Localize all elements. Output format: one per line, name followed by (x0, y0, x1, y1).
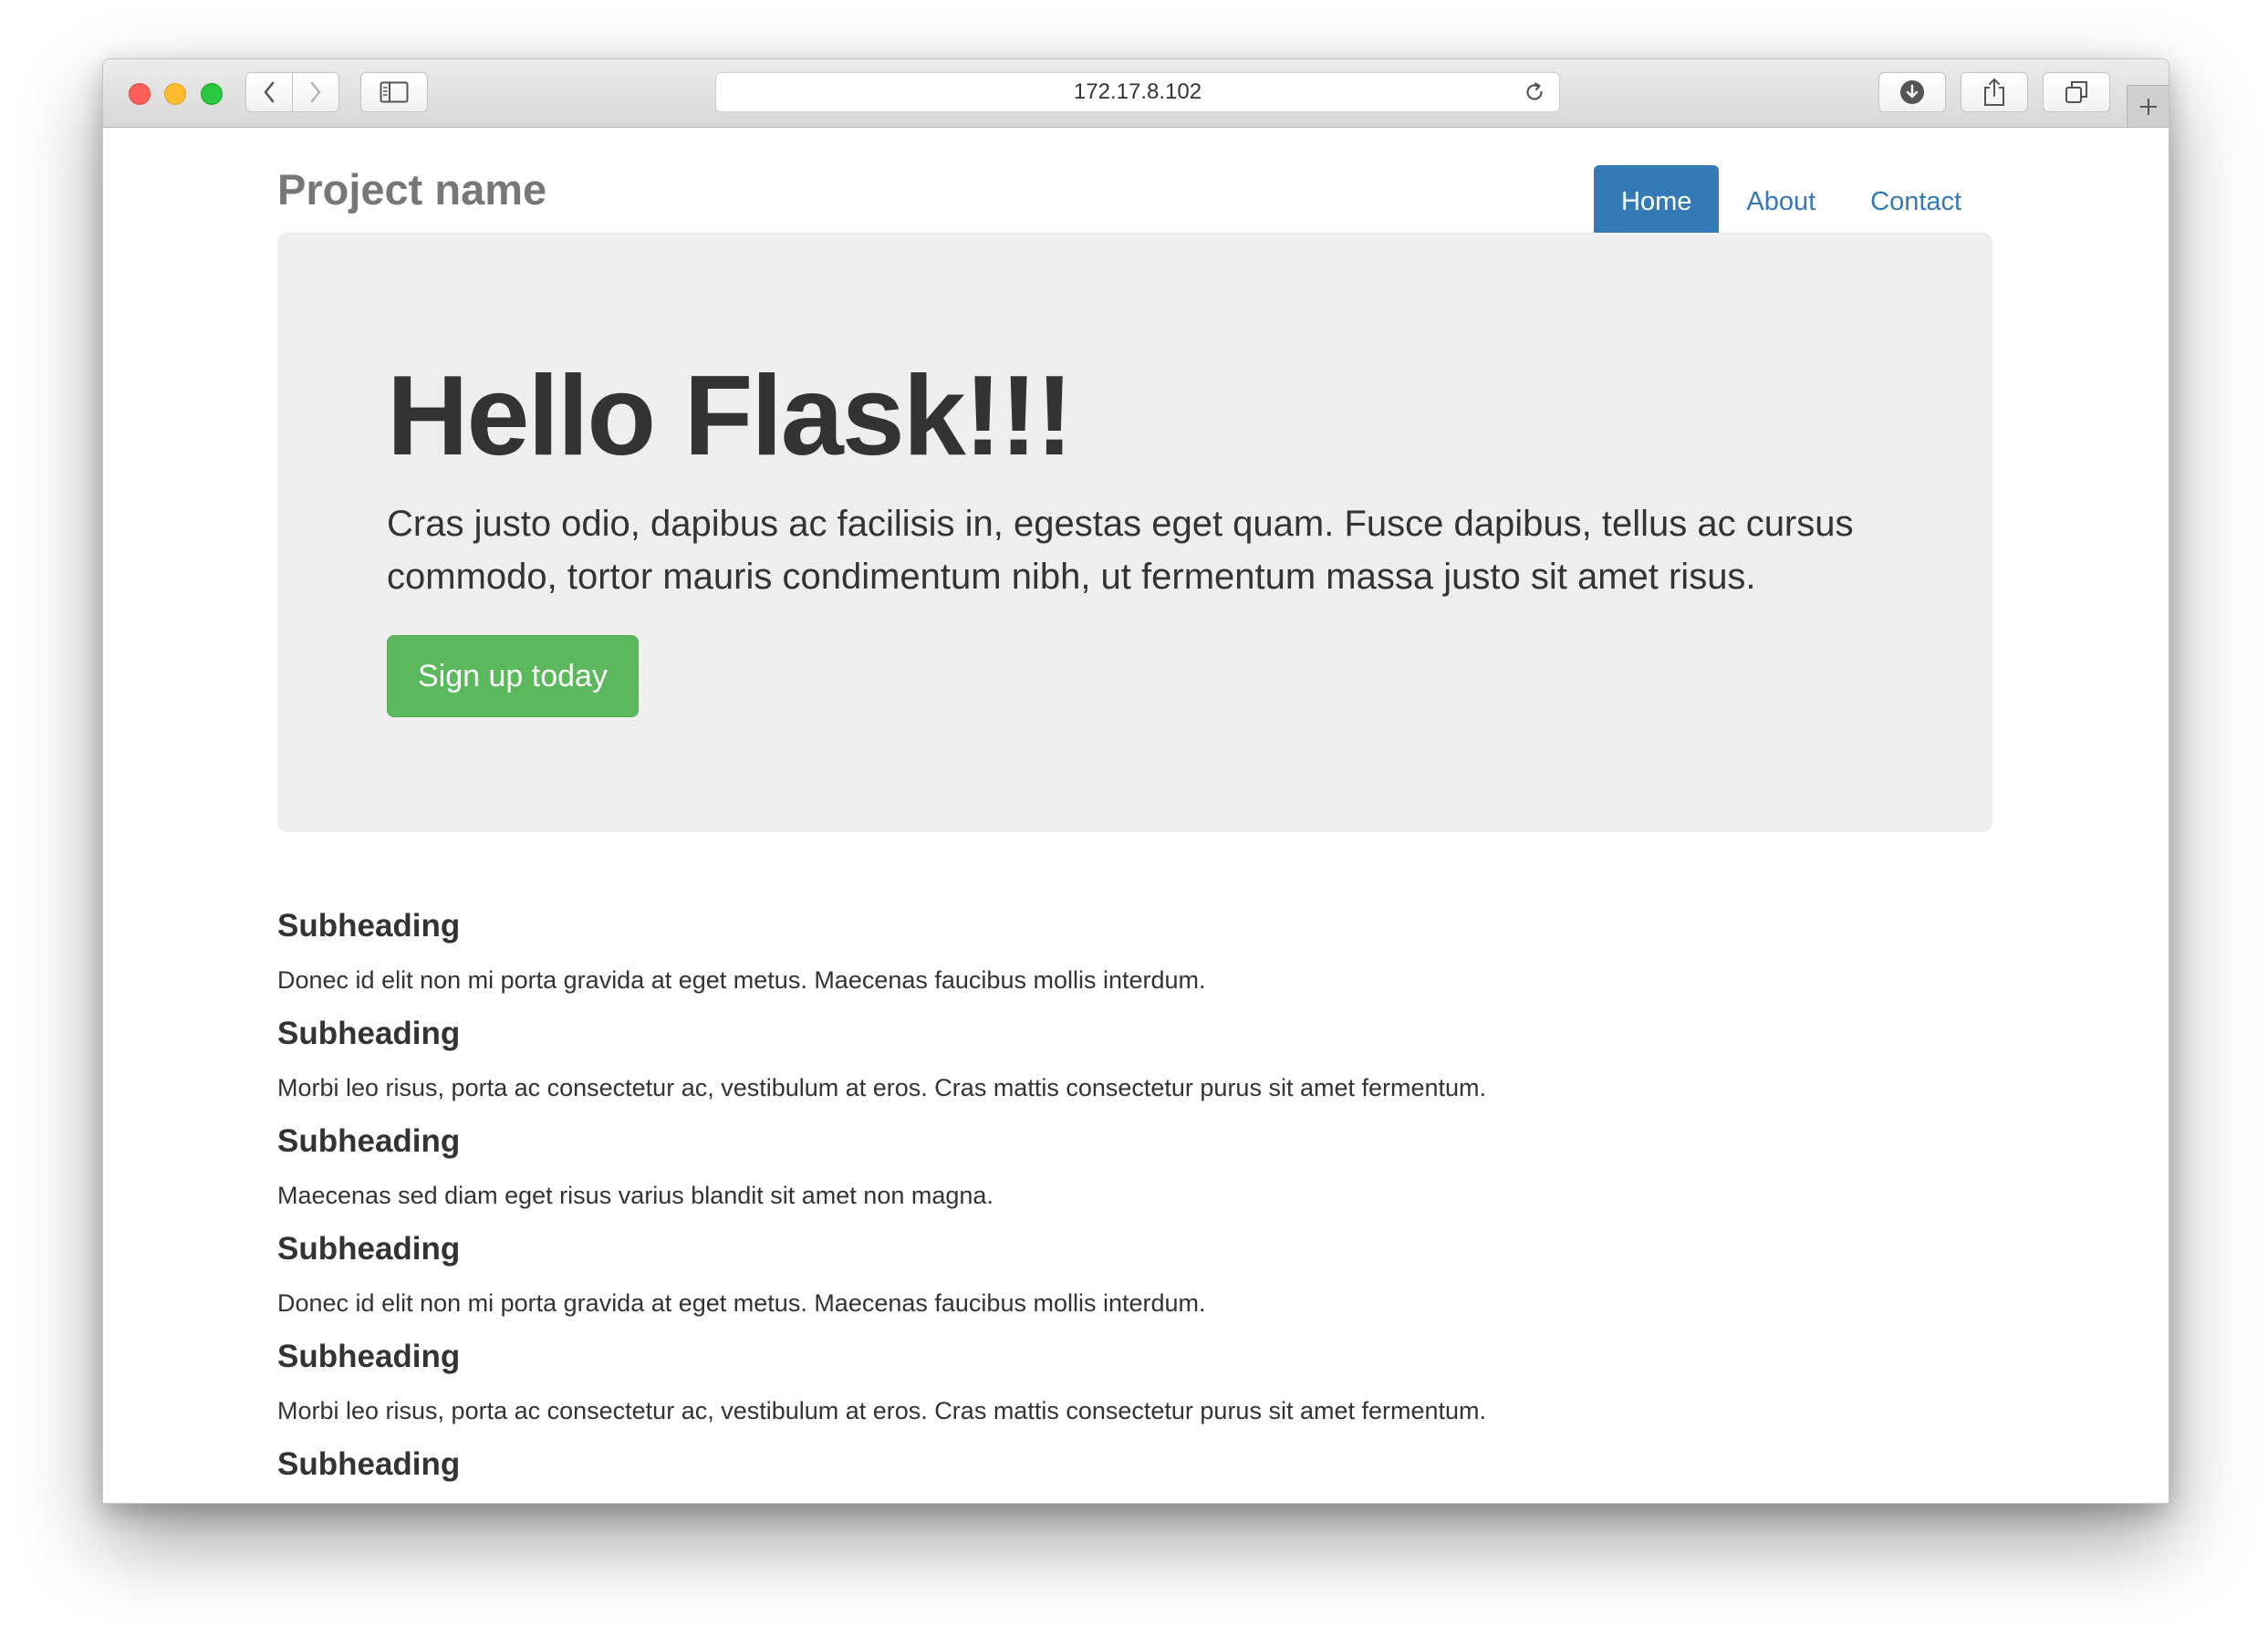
close-window-button[interactable] (129, 83, 151, 105)
subheading: Subheading (277, 1339, 461, 1374)
download-icon (1900, 80, 1924, 104)
forward-button[interactable] (292, 72, 339, 112)
marketing-text: Morbi leo risus, porta ac consectetur ac… (277, 1074, 1487, 1101)
marketing-section: Subheading Donec id elit non mi porta gr… (277, 899, 1992, 1492)
share-button[interactable] (1961, 72, 2028, 112)
browser-toolbar: 172.17.8.102 (103, 59, 2169, 128)
marketing-text: Donec id elit non mi porta gravida at eg… (277, 1289, 1206, 1317)
subheading: Subheading (277, 1016, 461, 1051)
hero-title: Hello Flask!!! (387, 353, 1074, 479)
downloads-button[interactable] (1878, 72, 1946, 112)
address-bar[interactable]: 172.17.8.102 (715, 72, 1560, 112)
subheading: Subheading (277, 908, 461, 944)
browser-window: 172.17.8.102 Project name Home About Con… (102, 58, 2169, 1504)
reload-button[interactable] (1523, 80, 1546, 110)
sidebar-button[interactable] (360, 72, 428, 112)
back-button[interactable] (245, 72, 293, 112)
subheading: Subheading (277, 1231, 461, 1267)
reload-icon (1526, 82, 1543, 100)
tab-overview-button[interactable] (2043, 72, 2110, 112)
marketing-item: Subheading Donec id elit non mi porta gr… (277, 899, 1992, 1007)
nav-about[interactable]: About (1719, 165, 1843, 238)
marketing-item: Subheading Morbi leo risus, porta ac con… (277, 1330, 1992, 1437)
nav-contact[interactable]: Contact (1843, 165, 1989, 238)
hero-lead: Cras justo odio, dapibus ac facilisis in… (387, 504, 1854, 597)
marketing-text: Donec id elit non mi porta gravida at eg… (277, 966, 1206, 994)
nav-home[interactable]: Home (1594, 165, 1720, 238)
plus-icon (2139, 98, 2157, 115)
main-nav: Home About Contact (1594, 165, 1989, 238)
new-tab-button[interactable] (2127, 85, 2169, 127)
jumbotron: Hello Flask!!! Cras justo odio, dapibus … (277, 233, 1992, 832)
marketing-text: Maecenas sed diam eget risus varius blan… (277, 1182, 994, 1209)
url-text: 172.17.8.102 (1073, 79, 1202, 104)
tabs-overview-icon (2065, 81, 2087, 103)
marketing-item: Subheading (277, 1437, 1992, 1492)
zoom-window-button[interactable] (201, 83, 223, 105)
minimize-window-button[interactable] (164, 83, 186, 105)
marketing-item: Subheading Donec id elit non mi porta gr… (277, 1222, 1992, 1330)
marketing-item: Subheading Maecenas sed diam eget risus … (277, 1114, 1992, 1222)
share-icon (1984, 78, 2004, 106)
subheading: Subheading (277, 1123, 461, 1159)
sign-up-button[interactable]: Sign up today (387, 635, 639, 717)
marketing-text: Morbi leo risus, porta ac consectetur ac… (277, 1397, 1487, 1424)
sidebar-icon (380, 81, 409, 103)
brand-title[interactable]: Project name (277, 164, 546, 214)
page-content: Project name Home About Contact Hello Fl… (103, 128, 2169, 1503)
subheading: Subheading (277, 1446, 461, 1482)
marketing-item: Subheading Morbi leo risus, porta ac con… (277, 1007, 1992, 1114)
chevron-right-icon (310, 81, 321, 103)
chevron-left-icon (264, 81, 275, 103)
